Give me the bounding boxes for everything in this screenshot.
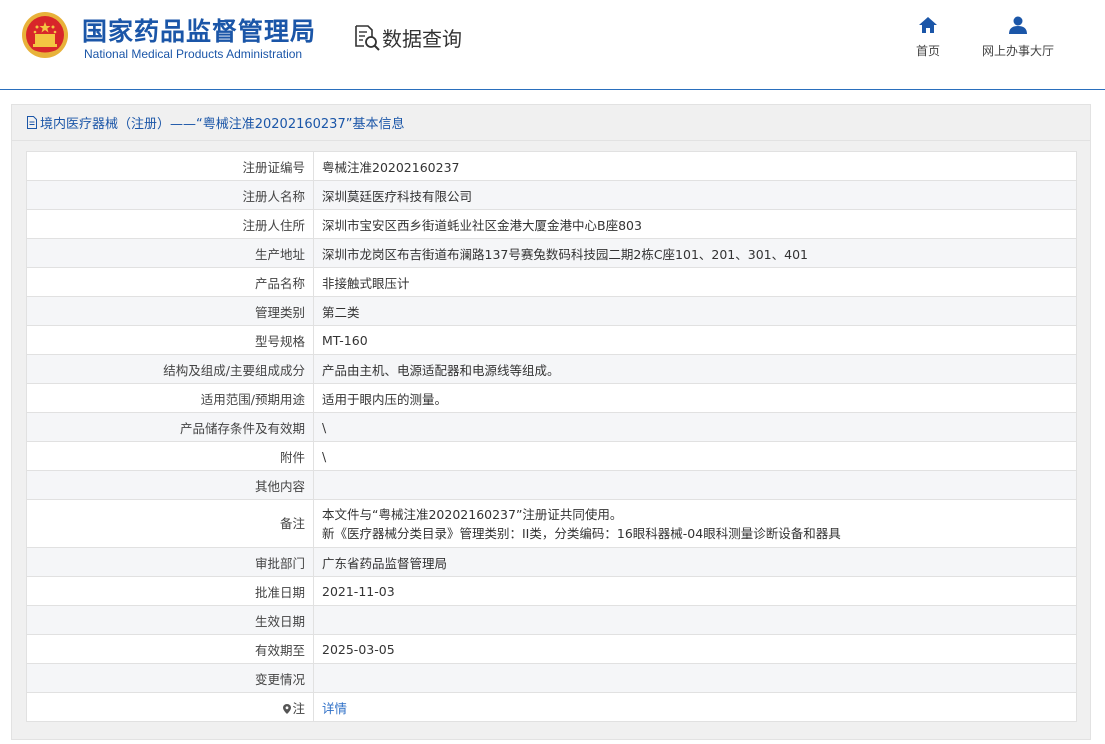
details-link[interactable]: 详情 [322,701,347,716]
row-label: 型号规格 [26,325,314,355]
table-row: 适用范围/预期用途 适用于眼内压的测量。 [26,383,1077,413]
document-icon [27,116,37,129]
row-label: 附件 [26,441,314,471]
nav-home-label: 首页 [915,44,940,58]
site-title: 国家药品监督管理局 [82,17,317,46]
table-row: 生产地址 深圳市龙岗区布吉街道布澜路137号赛兔数码科技园二期2栋C座101、20… [26,238,1077,268]
table-row: 型号规格 MT-160 [26,325,1077,355]
panel-header: 境内医疗器械（注册）——“粤械注准20202160237”基本信息 [12,105,1090,141]
table-row: 审批部门 广东省药品监督管理局 [26,547,1077,577]
row-value: 详情 [313,692,1077,722]
table-row: 注册证编号 粤械注准20202160237 [26,151,1077,181]
table-row: 变更情况 [26,663,1077,693]
table-row: 附件 \ [26,441,1077,471]
pin-icon [283,703,292,714]
remark-line-1: 本文件与“粤械注准20202160237”注册证共同使用。 [322,506,623,522]
row-value: 产品由主机、电源适配器和电源线等组成。 [313,354,1077,384]
table-row: 生效日期 [26,605,1077,635]
row-label: 变更情况 [26,663,314,693]
site-subtitle: National Medical Products Administration [84,47,303,61]
table-row: 产品储存条件及有效期 \ [26,412,1077,442]
row-value: 广东省药品监督管理局 [313,547,1077,577]
row-label: 其他内容 [26,470,314,500]
remark-line-2: 新《医疗器械分类目录》管理类别：II类，分类编码：16眼科器械-04眼科测量诊断… [322,525,841,541]
data-query-label: 数据查询 [382,26,462,51]
table-row: 其他内容 [26,470,1077,500]
row-value [313,470,1077,500]
row-label: 产品名称 [26,267,314,297]
row-label: 注册人住所 [26,209,314,239]
row-value: MT-160 [313,325,1077,355]
row-label: 生效日期 [26,605,314,635]
row-label: 产品储存条件及有效期 [26,412,314,442]
row-value [313,605,1077,635]
row-value: 深圳市宝安区西乡街道蚝业社区金港大厦金港中心B座803 [313,209,1077,239]
table-row: 产品名称 非接触式眼压计 [26,267,1077,297]
row-label: 结构及组成/主要组成成分 [26,354,314,384]
row-value: 本文件与“粤械注准20202160237”注册证共同使用。 新《医疗器械分类目录… [313,499,1077,548]
table-row: 结构及组成/主要组成成分 产品由主机、电源适配器和电源线等组成。 [26,354,1077,384]
row-value: 第二类 [313,296,1077,326]
row-label: 适用范围/预期用途 [26,383,314,413]
table-row: 注 详情 [26,692,1077,722]
data-query-heading: 数据查询 [352,22,462,52]
info-panel: 境内医疗器械（注册）——“粤械注准20202160237”基本信息 注册证编号粤… [11,104,1091,740]
home-icon [919,17,937,33]
row-value: 深圳莫廷医疗科技有限公司 [313,180,1077,210]
row-value [313,663,1077,693]
row-value: 适用于眼内压的测量。 [313,383,1077,413]
row-label: 批准日期 [26,576,314,606]
site-header: 国家药品监督管理局 National Medical Products Admi… [0,0,1105,90]
note-label: 注 [292,700,305,716]
table-row: 注册人名称 深圳莫廷医疗科技有限公司 [26,180,1077,210]
row-label: 有效期至 [26,634,314,664]
panel-title: 境内医疗器械（注册）——“粤械注准20202160237”基本信息 [40,117,405,132]
nav-home-link[interactable]: 首页 [906,14,950,59]
table-row: 管理类别 第二类 [26,296,1077,326]
row-label: 备注 [26,499,314,548]
row-label: 注册证编号 [26,151,314,181]
national-emblem-logo [22,12,68,58]
nav-online-hall-label: 网上办事大厅 [981,44,1054,58]
row-value: 粤械注准20202160237 [313,151,1077,181]
table-row: 有效期至 2025-03-05 [26,634,1077,664]
row-value: 非接触式眼压计 [313,267,1077,297]
row-label: 审批部门 [26,547,314,577]
document-search-icon [355,25,380,51]
row-value: \ [313,441,1077,471]
nav-online-hall-link[interactable]: 网上办事大厅 [972,14,1064,59]
row-value: 2025-03-05 [313,634,1077,664]
table-row: 注册人住所 深圳市宝安区西乡街道蚝业社区金港大厦金港中心B座803 [26,209,1077,239]
user-icon [1009,16,1027,34]
row-label: 注 [26,692,314,722]
row-label: 注册人名称 [26,180,314,210]
row-value: 深圳市龙岗区布吉街道布澜路137号赛兔数码科技园二期2栋C座101、201、30… [313,238,1077,268]
row-label: 生产地址 [26,238,314,268]
registration-info-table: 注册证编号 粤械注准20202160237 注册人名称 深圳莫廷医疗科技有限公司 注… [26,151,1077,722]
row-label: 管理类别 [26,296,314,326]
row-value: 2021-11-03 [313,576,1077,606]
table-row: 批准日期 2021-11-03 [26,576,1077,606]
table-row: 备注 本文件与“粤械注准20202160237”注册证共同使用。 新《医疗器械分… [26,499,1077,548]
row-value: \ [313,412,1077,442]
